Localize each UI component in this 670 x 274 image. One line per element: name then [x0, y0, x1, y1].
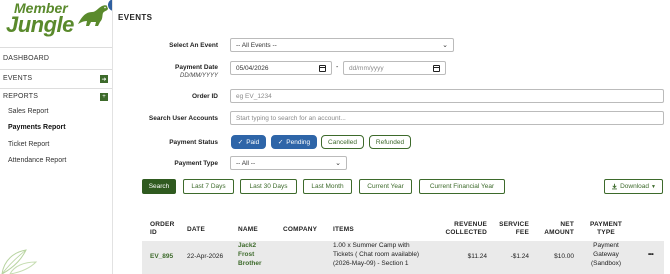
logo-wordmark: Member Jungle [6, 1, 74, 37]
status-refunded-toggle[interactable]: Refunded [369, 135, 411, 149]
col-net-line1: NET [560, 221, 574, 228]
col-order-id-line1: ORDER [150, 221, 175, 228]
payment-type-select[interactable]: -- All -- ⌄ [230, 156, 347, 170]
status-cancelled-toggle[interactable]: Cancelled [321, 135, 364, 149]
cell-revenue: $11.24 [467, 253, 487, 260]
member-jungle-logo[interactable]: Member Jungle 6 [4, 0, 112, 38]
arrow-right-icon[interactable]: ➜ [100, 75, 108, 83]
date-format-hint: DD/MM/YYYY [179, 73, 218, 79]
cell-date: 22-Apr-2026 [187, 253, 224, 260]
col-service-fee[interactable]: SERVICE FEE [499, 221, 529, 238]
user-search-label: Search User Accounts [148, 115, 218, 122]
col-service-fee-line1: SERVICE [499, 221, 529, 228]
col-revenue-line2: COLLECTED [445, 229, 487, 237]
current-financial-year-button[interactable]: Current Financial Year [419, 179, 505, 194]
cell-name[interactable]: Jack2 Frost Brother [238, 242, 261, 268]
cell-payment-type-line3: (Sandbox) [591, 259, 621, 267]
user-search-placeholder: Start typing to search for an account... [236, 114, 346, 122]
cell-items-line3: (2026-May-09) - Section 1 [333, 259, 409, 267]
chevron-down-icon: ⌄ [442, 42, 448, 49]
cell-service-fee: -$1.24 [510, 253, 529, 260]
date-range-separator: - [336, 64, 339, 71]
payment-type-value: -- All -- [236, 159, 256, 167]
leaf-decoration-icon [1, 249, 38, 274]
date-from-value: 05/04/2026 [236, 64, 269, 72]
status-paid-label: Paid [246, 138, 260, 146]
main-content: EVENTS Select An Event -- All Events -- … [113, 0, 670, 274]
order-id-label: Order ID [191, 93, 218, 100]
col-payment-type-line1: PAYMENT [589, 221, 623, 228]
col-revenue[interactable]: REVENUE COLLECTED [445, 221, 487, 238]
payment-date-label: Payment Date [175, 64, 218, 71]
calendar-icon[interactable] [319, 64, 326, 72]
divider [0, 69, 112, 70]
download-label: Download [620, 183, 649, 190]
col-payment-type[interactable]: PAYMENT TYPE [583, 221, 629, 238]
sidebar-item-sales-report[interactable]: Sales Report [0, 108, 112, 115]
sidebar: Member Jungle 6 DASHBOARD EVENTS ➜ REPOR… [0, 0, 113, 274]
col-order-id[interactable]: ORDER ID [150, 221, 174, 238]
chevron-down-icon: ⌄ [335, 160, 341, 167]
col-net-amount[interactable]: NET AMOUNT [544, 221, 574, 238]
col-date[interactable]: DATE [187, 226, 205, 234]
col-payment-type-line2: TYPE [597, 229, 615, 237]
cell-name-line3: Brother [238, 259, 262, 267]
row-menu-icon[interactable]: ••• [648, 251, 654, 260]
check-icon: ✓ [237, 139, 244, 146]
cell-net-amount: $10.00 [554, 253, 574, 260]
sidebar-item-reports[interactable]: REPORTS [0, 93, 112, 100]
sidebar-item-dashboard[interactable]: DASHBOARD [0, 55, 112, 62]
payment-status-label: Payment Status [169, 139, 218, 146]
divider [0, 88, 112, 89]
col-items[interactable]: ITEMS [333, 226, 354, 234]
status-pending-label: Pending [286, 138, 311, 146]
cell-payment-type-line1: Payment [593, 242, 619, 249]
date-from-input[interactable]: 05/04/2026 [230, 61, 332, 75]
expand-plus-icon[interactable]: + [100, 93, 108, 101]
cell-items: 1.00 x Summer Camp with Tickets ( Chat r… [333, 242, 419, 268]
page-title: EVENTS [118, 13, 153, 22]
sidebar-item-ticket-report[interactable]: Ticket Report [0, 141, 112, 148]
search-button[interactable]: Search [142, 179, 176, 194]
dinosaur-icon [78, 5, 109, 26]
last-30-days-button[interactable]: Last 30 Days [240, 179, 297, 194]
col-net-line2: AMOUNT [544, 229, 574, 237]
order-id-input[interactable]: eg EV_1234 [230, 89, 664, 103]
col-company[interactable]: COMPANY [283, 226, 317, 234]
sidebar-item-events[interactable]: EVENTS [0, 75, 112, 82]
last-7-days-button[interactable]: Last 7 Days [183, 179, 234, 194]
cell-items-line1: 1.00 x Summer Camp with [333, 242, 410, 249]
cell-items-line2: Tickets ( Chat room available) [333, 250, 420, 258]
divider [0, 47, 112, 48]
download-icon [612, 183, 618, 190]
check-icon: ✓ [277, 139, 284, 146]
payment-type-label: Payment Type [174, 160, 218, 167]
cell-payment-type: Payment Gateway (Sandbox) [583, 242, 629, 268]
status-paid-toggle[interactable]: ✓ Paid [231, 135, 266, 149]
sidebar-item-payments-report[interactable]: Payments Report [0, 124, 112, 131]
sidebar-item-attendance-report[interactable]: Attendance Report [0, 157, 112, 164]
date-to-placeholder: dd/mm/yyyy [349, 64, 384, 72]
event-select[interactable]: -- All Events -- ⌄ [230, 38, 454, 52]
date-to-input[interactable]: dd/mm/yyyy [343, 61, 446, 75]
cell-payment-type-line2: Gateway [593, 250, 619, 258]
calendar-icon[interactable] [433, 64, 440, 72]
logo-line2: Jungle [6, 11, 74, 37]
caret-down-icon: ▼ [650, 183, 656, 190]
event-label: Select An Event [169, 42, 218, 49]
col-revenue-line1: REVENUE [454, 221, 487, 228]
status-pending-toggle[interactable]: ✓ Pending [271, 135, 317, 149]
col-service-fee-line2: FEE [515, 229, 529, 237]
cell-name-line1: Jack2 [238, 242, 257, 249]
col-order-id-line2: ID [150, 229, 157, 237]
event-select-value: -- All Events -- [236, 41, 277, 49]
order-id-placeholder: eg EV_1234 [236, 92, 272, 100]
col-name[interactable]: NAME [238, 226, 258, 234]
current-year-button[interactable]: Current Year [359, 179, 412, 194]
user-search-input[interactable]: Start typing to search for an account... [230, 111, 664, 125]
last-month-button[interactable]: Last Month [303, 179, 352, 194]
cell-order-id[interactable]: EV_895 [150, 253, 173, 262]
download-button[interactable]: Download ▼ [604, 179, 663, 194]
cell-name-line2: Frost [238, 250, 255, 258]
